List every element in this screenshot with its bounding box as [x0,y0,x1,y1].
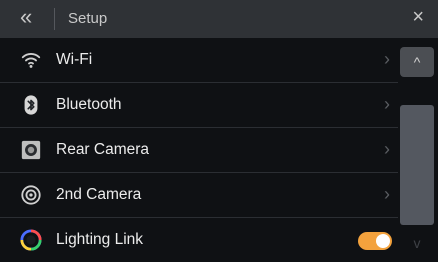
chevron-right-icon: › [384,139,390,159]
scroll-down-button[interactable]: v [400,229,434,257]
header-divider [54,8,55,30]
list-item-label: Rear Camera [56,141,150,158]
list-item-2nd-camera[interactable]: 2nd Camera › [0,173,398,218]
page-title: Setup [68,10,108,27]
scroll-up-button[interactable]: ^ [400,47,434,77]
bluetooth-icon [24,95,38,115]
chevron-right-icon: › [384,49,390,69]
setup-screen: « Setup × Wi-Fi › Bluetooth › Rear Camer… [0,0,438,260]
lighting-link-toggle[interactable] [358,232,392,250]
close-button[interactable]: × [412,6,424,29]
list-item-bluetooth[interactable]: Bluetooth › [0,83,398,128]
chevron-right-icon: › [384,94,390,114]
chevron-right-icon: › [384,184,390,204]
list-item-lighting-link[interactable]: Lighting Link [0,218,398,262]
list-item-label: 2nd Camera [56,186,142,203]
list-item-wifi[interactable]: Wi-Fi › [0,38,398,83]
wifi-icon [21,53,41,68]
list-item-label: Bluetooth [56,96,122,113]
list-item-label: Lighting Link [56,231,144,248]
settings-list: Wi-Fi › Bluetooth › Rear Camera › 2nd Ca… [0,38,398,262]
header-bar: « Setup × [0,0,438,38]
toggle-knob [376,234,390,248]
camera-icon [21,185,41,205]
lighting-link-icon [20,229,42,251]
list-item-label: Wi-Fi [56,51,93,68]
scroll-thumb[interactable] [400,105,434,225]
list-item-rear-camera[interactable]: Rear Camera › [0,128,398,173]
back-button[interactable]: « [20,4,32,30]
rear-camera-icon [21,140,41,160]
scrollbar[interactable]: ^ v [398,45,438,260]
